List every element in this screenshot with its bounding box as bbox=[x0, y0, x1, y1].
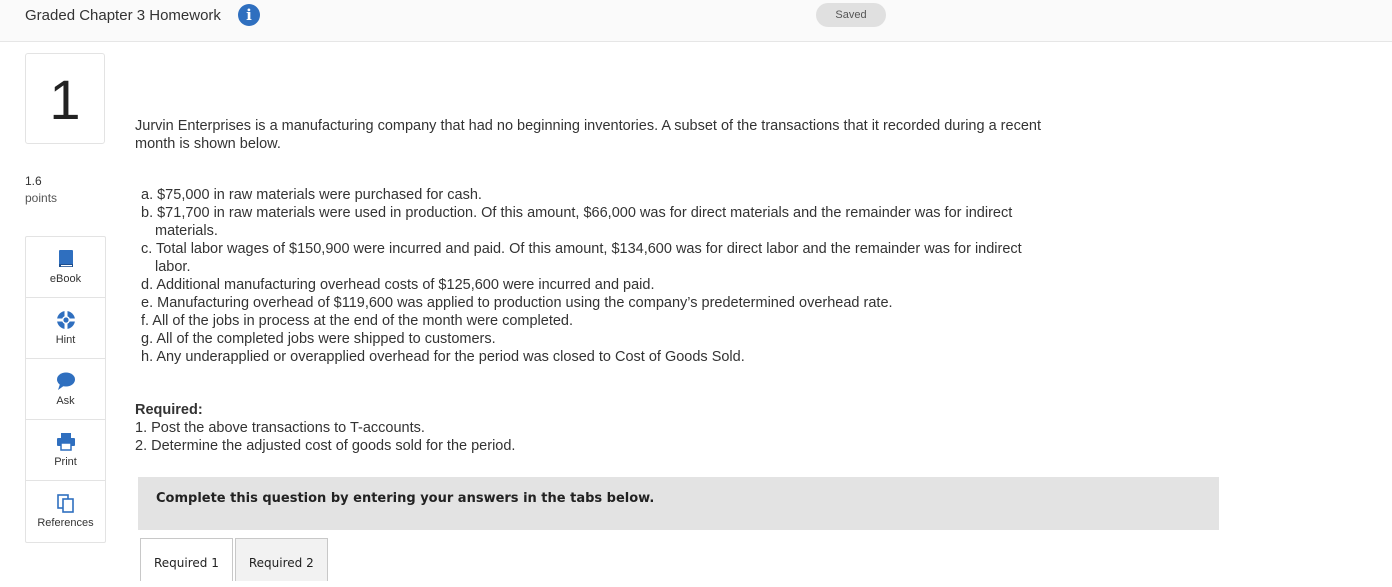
points-value: 1.6 bbox=[25, 174, 42, 188]
hint-label: Hint bbox=[55, 334, 76, 346]
printer-icon bbox=[57, 433, 75, 451]
list-item: b. $71,700 in raw materials were used in… bbox=[141, 205, 1013, 239]
ask-label: Ask bbox=[56, 395, 75, 407]
list-item: g. All of the completed jobs were shippe… bbox=[141, 331, 496, 347]
chat-bubble-icon bbox=[57, 372, 75, 390]
list-item: h. Any underapplied or overapplied overh… bbox=[141, 349, 745, 365]
book-icon bbox=[59, 250, 73, 267]
points-label: points bbox=[25, 191, 58, 205]
references-button[interactable]: References bbox=[26, 481, 105, 542]
required-item: 1. Post the above transactions to T-acco… bbox=[135, 420, 425, 436]
documents-icon bbox=[57, 494, 74, 513]
print-label: Print bbox=[54, 456, 77, 468]
saved-status-badge: Saved bbox=[816, 3, 886, 27]
ebook-label: eBook bbox=[49, 273, 82, 285]
list-item: e. Manufacturing overhead of $119,600 wa… bbox=[141, 295, 893, 311]
answer-tabs: Required 1 Required 2 bbox=[140, 538, 328, 581]
list-item: a. $75,000 in raw materials were purchas… bbox=[141, 187, 482, 203]
print-button[interactable]: Print bbox=[26, 420, 105, 481]
hint-button[interactable]: Hint bbox=[26, 298, 105, 359]
tab-required-2[interactable]: Required 2 bbox=[234, 538, 328, 581]
info-icon[interactable]: i bbox=[238, 4, 260, 26]
references-label: References bbox=[37, 517, 94, 529]
lifebuoy-icon bbox=[57, 311, 75, 329]
tab-required-1[interactable]: Required 1 bbox=[140, 538, 233, 581]
transaction-list: a. $75,000 in raw materials were purchas… bbox=[135, 186, 1055, 366]
list-item: f. All of the jobs in process at the end… bbox=[141, 313, 574, 329]
required-section: Required: 1. Post the above transactions… bbox=[135, 401, 1035, 455]
instruction-banner: Complete this question by entering your … bbox=[138, 477, 1219, 530]
ask-button[interactable]: Ask bbox=[26, 359, 105, 420]
required-heading: Required: bbox=[135, 402, 203, 418]
top-bar: Graded Chapter 3 Homework i Saved bbox=[0, 0, 1392, 42]
tool-panel: eBook Hint Ask Print References bbox=[25, 236, 106, 543]
list-item: d. Additional manufacturing overhead cos… bbox=[141, 277, 655, 293]
question-intro: Jurvin Enterprises is a manufacturing co… bbox=[135, 118, 1041, 152]
list-item: c. Total labor wages of $150,900 were in… bbox=[141, 241, 1022, 275]
assignment-title: Graded Chapter 3 Homework bbox=[25, 7, 221, 24]
required-item: 2. Determine the adjusted cost of goods … bbox=[135, 438, 516, 454]
ebook-button[interactable]: eBook bbox=[26, 237, 105, 298]
question-number: 1 bbox=[25, 53, 105, 144]
